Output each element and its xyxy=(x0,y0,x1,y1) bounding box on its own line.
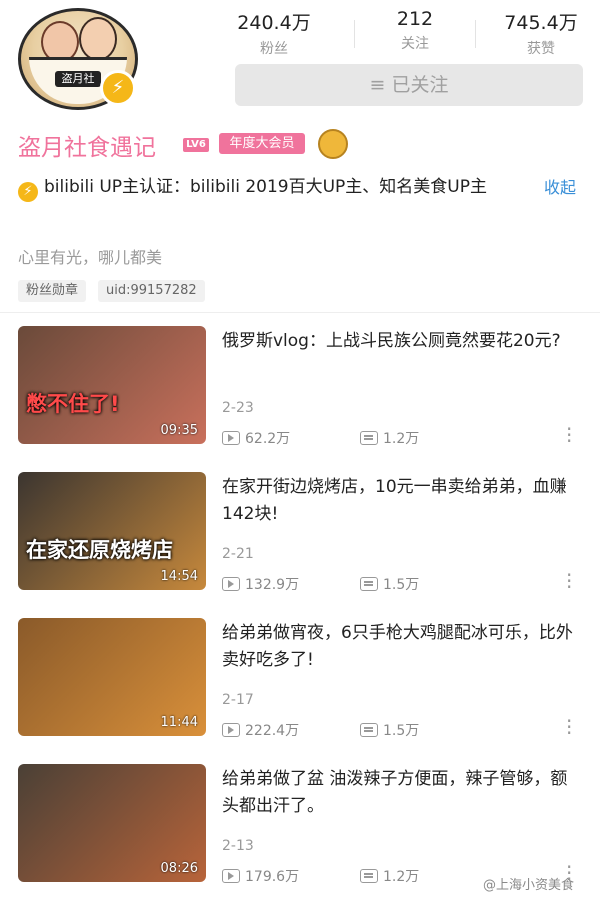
play-count-icon xyxy=(222,869,240,883)
video-title[interactable]: 在家开街边烧烤店，10元一串卖给弟弟，血赚142块! xyxy=(222,474,580,528)
danmaku-count: 1.5万 xyxy=(360,574,419,594)
video-duration: 14:54 xyxy=(160,569,198,584)
stat-divider xyxy=(354,20,355,48)
danmaku-icon xyxy=(360,577,378,591)
vip-badge[interactable]: 年度大会员 xyxy=(219,133,305,154)
view-count: 132.9万 xyxy=(222,574,299,594)
more-options-icon[interactable]: · · · xyxy=(566,711,572,743)
stat-fans[interactable]: 240.4万 粉丝 xyxy=(219,8,329,58)
video-duration: 11:44 xyxy=(160,715,198,730)
fan-medal-chip[interactable]: 粉丝勋章 xyxy=(18,280,87,302)
thumbnail-caption: 在家还原烧烤店 xyxy=(26,538,173,562)
thumbnail-caption: 憋不住了! xyxy=(26,392,120,416)
danmaku-icon xyxy=(360,869,378,883)
host-face-right xyxy=(79,17,117,61)
danmaku-count: 1.2万 xyxy=(360,866,419,886)
stat-following-label: 关注 xyxy=(401,36,429,52)
level-badge: LV6 xyxy=(183,138,209,152)
stat-likes[interactable]: 745.4万 获赞 xyxy=(486,8,596,58)
stat-likes-value: 745.4万 xyxy=(504,12,578,34)
video-date: 2-23 xyxy=(222,400,254,416)
play-count-icon xyxy=(222,723,240,737)
stat-fans-value: 240.4万 xyxy=(237,12,311,34)
video-title[interactable]: 俄罗斯vlog：上战斗民族公厕竟然要花20元? xyxy=(222,328,580,355)
danmaku-count-text: 1.5万 xyxy=(383,577,420,593)
video-thumbnail[interactable]: 08:26 xyxy=(18,764,206,882)
video-thumbnail[interactable]: 在家还原烧烤店 14:54 xyxy=(18,472,206,590)
uid-chip: uid:99157282 xyxy=(98,280,205,302)
video-title[interactable]: 给弟弟做了盆 油泼辣子方便面，辣子管够，额头都出汗了。 xyxy=(222,766,580,820)
video-date: 2-21 xyxy=(222,546,254,562)
video-date: 2-13 xyxy=(222,838,254,854)
avatar-logo-text: 盗月社 xyxy=(55,71,101,87)
video-duration: 09:35 xyxy=(160,423,198,438)
medal-icon[interactable] xyxy=(318,129,348,159)
play-count-icon xyxy=(222,577,240,591)
stat-following-value: 212 xyxy=(396,8,434,30)
video-card[interactable]: 11:44 给弟弟做宵夜，6只手枪大鸡腿配冰可乐，比外卖好吃多了! 2-17 2… xyxy=(0,608,600,754)
verified-icon: ⚡ xyxy=(18,182,38,202)
stat-divider xyxy=(475,20,476,48)
more-options-icon[interactable]: · · · xyxy=(566,565,572,597)
stat-fans-label: 粉丝 xyxy=(260,41,288,57)
channel-name: 盗月社食遇记 xyxy=(18,135,156,161)
stat-likes-label: 获赞 xyxy=(527,41,555,57)
video-date: 2-17 xyxy=(222,692,254,708)
view-count: 179.6万 xyxy=(222,866,299,886)
view-count-text: 132.9万 xyxy=(245,577,300,593)
verification-info: ⚡ bilibili UP主认证：bilibili 2019百大UP主、知名美食U… xyxy=(18,172,528,202)
more-options-icon[interactable]: · · · xyxy=(566,419,572,451)
collapse-link[interactable]: 收起 xyxy=(544,174,576,198)
view-count: 222.4万 xyxy=(222,720,299,740)
danmaku-count-text: 1.2万 xyxy=(383,431,420,447)
view-count-text: 222.4万 xyxy=(245,723,300,739)
view-count-text: 179.6万 xyxy=(245,869,300,885)
danmaku-icon xyxy=(360,723,378,737)
weibo-watermark: @上海小资美食 xyxy=(482,878,574,893)
view-count-text: 62.2万 xyxy=(245,431,291,447)
danmaku-icon xyxy=(360,431,378,445)
danmaku-count-text: 1.2万 xyxy=(383,869,420,885)
danmaku-count-text: 1.5万 xyxy=(383,723,420,739)
video-duration: 08:26 xyxy=(160,861,198,876)
video-card[interactable]: 在家还原烧烤店 14:54 在家开街边烧烤店，10元一串卖给弟弟，血赚142块!… xyxy=(0,462,600,608)
followed-button[interactable]: ≡ 已关注 xyxy=(235,64,583,106)
video-card[interactable]: 憋不住了! 09:35 俄罗斯vlog：上战斗民族公厕竟然要花20元? 2-23… xyxy=(0,316,600,462)
section-divider xyxy=(0,312,600,313)
danmaku-count: 1.5万 xyxy=(360,720,419,740)
video-thumbnail[interactable]: 憋不住了! 09:35 xyxy=(18,326,206,444)
danmaku-count: 1.2万 xyxy=(360,428,419,448)
verification-text: bilibili UP主认证：bilibili 2019百大UP主、知名美食UP… xyxy=(44,177,487,197)
lightning-verified-icon: ⚡ xyxy=(100,70,136,106)
stat-following[interactable]: 212 关注 xyxy=(360,8,470,53)
play-count-icon xyxy=(222,431,240,445)
video-title[interactable]: 给弟弟做宵夜，6只手枪大鸡腿配冰可乐，比外卖好吃多了! xyxy=(222,620,580,674)
view-count: 62.2万 xyxy=(222,428,290,448)
signature-text: 心里有光，哪儿都美 xyxy=(18,248,163,267)
video-thumbnail[interactable]: 11:44 xyxy=(18,618,206,736)
